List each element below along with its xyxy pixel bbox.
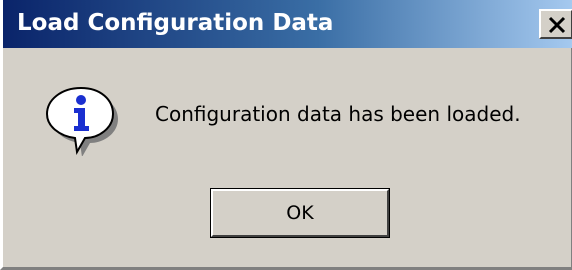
ok-button[interactable]: OK	[210, 188, 390, 238]
close-icon	[548, 16, 566, 34]
close-button[interactable]	[539, 9, 572, 39]
message-text: Configuration data has been loaded.	[155, 102, 521, 126]
window-title: Load Configuration Data	[17, 10, 334, 36]
title-bar[interactable]: Load Configuration Data	[3, 0, 572, 48]
info-icon	[45, 86, 118, 156]
dialog-window: Load Configuration Data Configuration da…	[0, 0, 572, 270]
